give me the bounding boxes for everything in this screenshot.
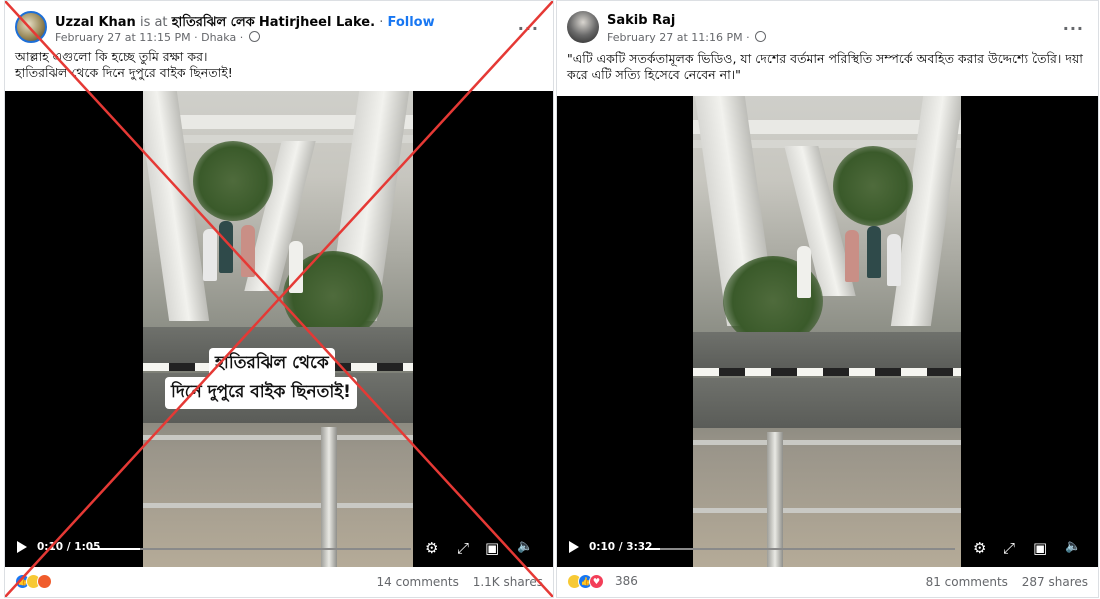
location-bn[interactable]: হাতিরঝিল লেক: [172, 15, 255, 30]
comments-count[interactable]: 81 comments: [926, 575, 1008, 589]
post-place: Dhaka: [201, 31, 237, 44]
fullscreen-icon[interactable]: ⤢: [1003, 539, 1015, 557]
caption-line-2: হাতিরঝিল থেকে দিনে দুপুরে বাইক ছিনতাই!: [15, 65, 233, 80]
video-frame: [693, 96, 961, 567]
left-post: Uzzal Khan is at হাতিরঝিল লেক Hatirjheel…: [4, 0, 554, 598]
seek-progress: [645, 548, 660, 550]
comments-count[interactable]: 14 comments: [377, 575, 459, 589]
post-caption: আল্লাহ এগুলো কি হচ্ছে তুমি রক্ষা কর। হাত…: [15, 49, 543, 81]
post-header: Sakib Raj February 27 at 11:16 PM · ···: [557, 7, 1098, 47]
post-caption: "এটি একটি সতর্কতামূলক ভিডিও, যা দেশের বর…: [567, 51, 1088, 83]
post-footer: 👍 ♥ 386 81 comments 287 shares: [557, 569, 1098, 595]
post-footer: 👍 14 comments 1.1K shares: [5, 569, 553, 595]
post-meta: February 27 at 11:15 PM · Dhaka ·: [55, 31, 260, 44]
fullscreen-icon[interactable]: ⤢: [457, 539, 469, 557]
post-stats: 81 comments 287 shares: [926, 575, 1088, 589]
pip-icon[interactable]: ▣: [1033, 539, 1047, 557]
video-frame: [143, 91, 413, 567]
author-line: Sakib Raj: [607, 13, 675, 28]
settings-icon[interactable]: ⚙: [973, 539, 986, 557]
is-at-text: is at: [139, 15, 168, 30]
avatar[interactable]: [567, 11, 599, 43]
separator: ·: [379, 15, 384, 30]
video-controls: 0:10 / 3:32 ⚙ ⤢ ▣ 🔈: [557, 531, 1098, 567]
video-player[interactable]: হাতিরঝিল থেকে দিনে দুপুরে বাইক ছিনতাই! 0…: [5, 91, 553, 567]
post-meta: February 27 at 11:16 PM ·: [607, 31, 767, 44]
overlay-line-2: দিনে দুপুরে বাইক ছিনতাই!: [165, 377, 357, 409]
overlay-line-1: হাতিরঝিল থেকে: [209, 348, 335, 380]
seek-track[interactable]: [645, 548, 955, 550]
caption-line-1: আল্লাহ এগুলো কি হচ্ছে তুমি রক্ষা কর।: [15, 49, 208, 64]
video-player[interactable]: 0:10 / 3:32 ⚙ ⤢ ▣ 🔈: [557, 96, 1098, 567]
location-en[interactable]: Hatirjheel Lake.: [259, 15, 375, 30]
shares-count[interactable]: 287 shares: [1022, 575, 1088, 589]
play-icon[interactable]: [569, 541, 579, 553]
avatar[interactable]: [15, 11, 47, 43]
seek-progress: [91, 548, 141, 550]
post-header: Uzzal Khan is at হাতিরঝিল লেক Hatirjheel…: [5, 7, 553, 47]
author-name[interactable]: Uzzal Khan: [55, 15, 136, 30]
follow-link[interactable]: Follow: [387, 15, 434, 30]
video-time: 0:10 / 1:05: [37, 541, 101, 553]
right-post: Sakib Raj February 27 at 11:16 PM · ··· …: [556, 0, 1099, 598]
more-options-button[interactable]: ···: [1063, 19, 1084, 38]
globe-icon: [248, 31, 260, 42]
mute-icon[interactable]: 🔈: [1065, 539, 1081, 554]
author-name[interactable]: Sakib Raj: [607, 13, 675, 28]
caption-line-2: করে এটি সত্যি হিসেবে নেবেন না।": [567, 67, 741, 82]
post-stats: 14 comments 1.1K shares: [377, 575, 543, 589]
caption-line-1: "এটি একটি সতর্কতামূলক ভিডিও, যা দেশের বর…: [567, 51, 1083, 66]
video-controls: 0:10 / 1:05 ⚙ ⤢ ▣ 🔈: [5, 531, 553, 567]
post-date[interactable]: February 27 at 11:15 PM: [55, 31, 191, 44]
mute-icon[interactable]: 🔈: [517, 539, 533, 554]
shares-count[interactable]: 1.1K shares: [473, 575, 543, 589]
globe-icon: [755, 31, 767, 42]
more-options-button[interactable]: ···: [518, 19, 539, 38]
angry-reaction-icon: [37, 574, 52, 589]
post-date[interactable]: February 27 at 11:16 PM: [607, 31, 743, 44]
video-time: 0:10 / 3:32: [589, 541, 653, 553]
love-reaction-icon: ♥: [589, 574, 604, 589]
pip-icon[interactable]: ▣: [485, 539, 499, 557]
play-icon[interactable]: [17, 541, 27, 553]
settings-icon[interactable]: ⚙: [425, 539, 438, 557]
reaction-count[interactable]: 386: [615, 574, 638, 588]
